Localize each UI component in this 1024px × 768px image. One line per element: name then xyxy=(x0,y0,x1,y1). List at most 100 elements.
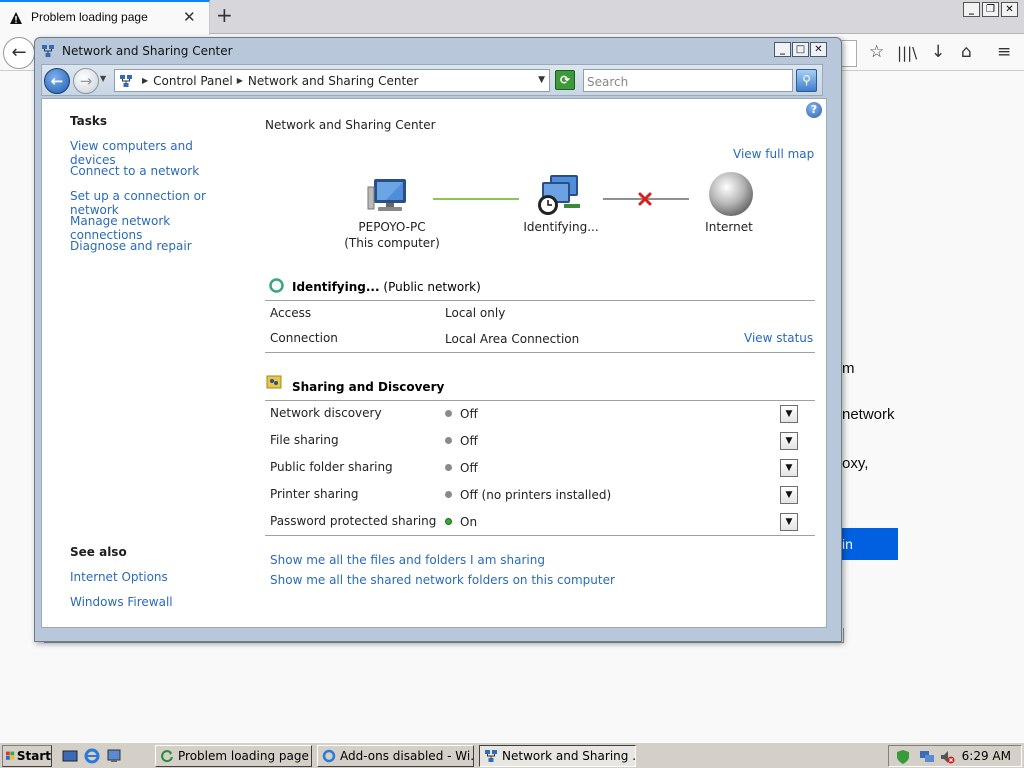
view-status-link[interactable]: View status xyxy=(744,331,813,345)
windows-logo-icon xyxy=(6,751,15,760)
network-discovery-expand-button[interactable]: ▼ xyxy=(780,405,798,423)
disconnected-x-icon[interactable] xyxy=(637,191,653,207)
refresh-icon[interactable]: ⟳ xyxy=(555,70,575,90)
printer-sharing-expand-button[interactable]: ▼ xyxy=(780,486,798,504)
taskbar: Start Problem loading page ... Add-ons d… xyxy=(0,742,1024,768)
address-bar[interactable]: ▶ Control Panel ▶ Network and Sharing Ce… xyxy=(114,69,550,92)
network-tray-icon[interactable] xyxy=(919,749,935,765)
page-title: Network and Sharing Center xyxy=(265,118,436,132)
page-text-fragment: oxy, xyxy=(842,455,869,472)
library-icon[interactable]: |||\ xyxy=(897,44,917,62)
forward-icon[interactable]: → xyxy=(73,68,99,94)
page-action-button[interactable]: in xyxy=(836,528,898,560)
quick-launch-icon[interactable] xyxy=(106,748,122,764)
task-setup-connection[interactable]: Set up a connection or network xyxy=(70,189,242,217)
link-internet-options[interactable]: Internet Options xyxy=(70,570,168,584)
task-diagnose-repair[interactable]: Diagnose and repair xyxy=(70,239,192,253)
network-center-icon xyxy=(42,45,54,57)
status-on-dot xyxy=(445,518,452,525)
breadcrumb-arrow-icon[interactable]: ▶ xyxy=(142,76,148,85)
breadcrumb-control-panel[interactable]: Control Panel xyxy=(153,74,233,88)
star-icon[interactable]: ☆ xyxy=(869,42,884,62)
internet-globe-icon[interactable] xyxy=(707,171,755,217)
download-icon[interactable]: ↓ xyxy=(931,42,945,62)
back-icon[interactable]: ← xyxy=(44,68,70,94)
address-dropdown-icon[interactable]: ▼ xyxy=(538,75,545,85)
unidentified-network-icon[interactable] xyxy=(536,173,584,219)
computer-icon[interactable] xyxy=(366,175,414,217)
password-sharing-label: Password protected sharing xyxy=(270,514,437,528)
taskbar-item-label: Add-ons disabled - Wi... xyxy=(340,749,474,763)
status-off-dot xyxy=(445,410,452,417)
page-text-fragment: network xyxy=(842,406,895,423)
network-sharing-window: Network and Sharing Center _ □ ✕ ← → ▼ ▶… xyxy=(34,37,842,642)
public-folder-sharing-status: Off xyxy=(445,461,478,475)
warning-icon xyxy=(10,12,22,24)
show-desktop-icon[interactable] xyxy=(62,748,78,764)
computer-sublabel: (This computer) xyxy=(344,236,440,250)
browser-restore-icon[interactable]: ❐ xyxy=(982,2,999,17)
window-title: Network and Sharing Center xyxy=(62,44,233,58)
menu-icon[interactable]: ≡ xyxy=(997,42,1011,62)
printer-sharing-value: Off (no printers installed) xyxy=(460,488,612,502)
browser-tab[interactable]: Problem loading page ✕ xyxy=(0,0,210,35)
network-discovery-value: Off xyxy=(460,407,478,421)
status-off-dot xyxy=(445,437,452,444)
search-icon[interactable]: ⚲ xyxy=(796,69,817,92)
internet-node-label: Internet xyxy=(705,220,753,234)
network-type: (Public network) xyxy=(383,280,481,294)
browser-minimize-icon[interactable]: _ xyxy=(963,2,980,17)
show-shared-folders-link[interactable]: Show me all the shared network folders o… xyxy=(270,573,615,587)
minimize-icon[interactable]: _ xyxy=(774,42,791,57)
address-toolbar: ← → ▼ ▶ Control Panel ▶ Network and Shar… xyxy=(41,64,823,96)
home-icon[interactable]: ⌂ xyxy=(961,42,972,62)
network-discovery-status: Off xyxy=(445,407,478,421)
file-sharing-status: Off xyxy=(445,434,478,448)
breadcrumb-network-center[interactable]: Network and Sharing Center xyxy=(248,74,419,88)
access-value: Local only xyxy=(445,306,506,320)
internet-explorer-icon[interactable] xyxy=(84,748,100,764)
taskbar-item-addons[interactable]: Add-ons disabled - Wi... xyxy=(317,745,474,767)
task-manage-connections[interactable]: Manage network connections xyxy=(70,214,242,242)
task-view-computers[interactable]: View computers and devices xyxy=(70,139,242,167)
taskbar-item-firefox[interactable]: Problem loading page ... xyxy=(155,745,312,767)
close-tab-icon[interactable]: ✕ xyxy=(183,8,196,26)
content-area: ? Tasks View computers and devices Conne… xyxy=(41,98,827,628)
tasks-heading: Tasks xyxy=(70,114,108,128)
back-arrow-icon[interactable]: ← xyxy=(3,37,35,69)
password-sharing-expand-button[interactable]: ▼ xyxy=(780,513,798,531)
network-status-icon xyxy=(269,278,284,293)
connection-label: Connection xyxy=(270,331,338,345)
help-icon[interactable]: ? xyxy=(806,102,822,118)
divider xyxy=(265,535,815,536)
password-sharing-value: On xyxy=(460,515,478,529)
recent-pages-chevron-icon[interactable]: ▼ xyxy=(100,74,106,83)
browser-close-icon[interactable]: ✕ xyxy=(1001,2,1018,17)
volume-muted-icon[interactable] xyxy=(939,749,955,765)
link-windows-firewall[interactable]: Windows Firewall xyxy=(70,595,173,609)
network-title: Identifying... (Public network) xyxy=(292,280,481,294)
maximize-icon[interactable]: □ xyxy=(792,42,809,57)
taskbar-item-network-center[interactable]: Network and Sharing ... xyxy=(479,745,636,767)
password-sharing-status: On xyxy=(445,515,477,529)
task-connect-network[interactable]: Connect to a network xyxy=(70,164,199,178)
file-sharing-label: File sharing xyxy=(270,433,339,447)
file-sharing-expand-button[interactable]: ▼ xyxy=(780,432,798,450)
printer-sharing-status: Off (no printers installed) xyxy=(445,488,611,502)
network-name: Identifying... xyxy=(292,280,380,294)
computer-node-label: PEPOYO-PC (This computer) xyxy=(342,219,442,251)
close-icon[interactable]: ✕ xyxy=(810,42,827,57)
start-label: Start xyxy=(16,749,51,763)
security-shield-icon[interactable] xyxy=(895,749,911,765)
breadcrumb-arrow-icon[interactable]: ▶ xyxy=(237,76,243,85)
computer-name: PEPOYO-PC xyxy=(358,220,426,234)
show-shared-files-link[interactable]: Show me all the files and folders I am s… xyxy=(270,553,545,567)
public-folder-sharing-expand-button[interactable]: ▼ xyxy=(780,459,798,477)
view-full-map-link[interactable]: View full map xyxy=(733,147,814,161)
window-controls: _ □ ✕ xyxy=(774,42,827,57)
search-input[interactable] xyxy=(583,69,793,92)
connection-line xyxy=(433,198,519,200)
start-button[interactable]: Start xyxy=(2,745,52,767)
new-tab-icon[interactable]: + xyxy=(216,3,233,27)
control-panel-icon xyxy=(120,74,132,87)
